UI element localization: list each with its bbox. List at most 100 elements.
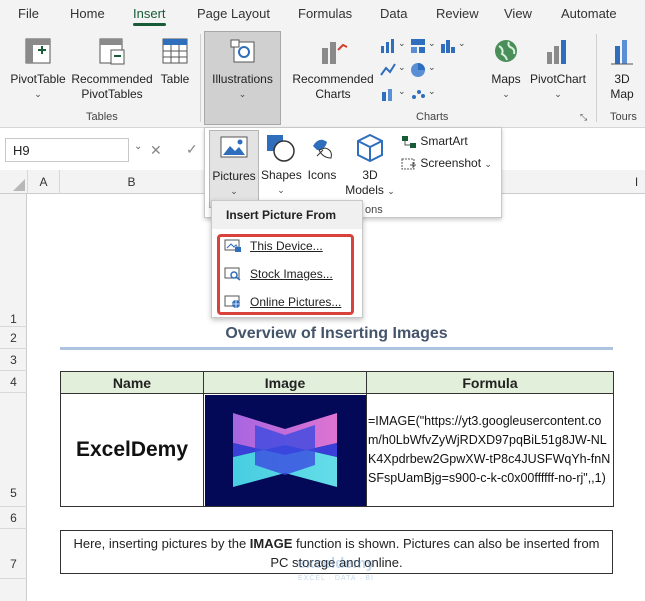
column-header-b[interactable]: B: [60, 170, 203, 194]
smartart-label: SmartArt: [420, 134, 468, 148]
note-text-bold: IMAGE: [249, 536, 293, 551]
column-chart-icon[interactable]: [380, 38, 396, 54]
3d-models-label-1: 3D: [362, 168, 378, 182]
3d-map-label-1: 3D: [614, 72, 630, 86]
table-label: Table: [160, 72, 190, 86]
header-formula[interactable]: Formula: [366, 371, 614, 394]
cancel-icon[interactable]: ✕: [150, 142, 162, 159]
recommended-pivottables-button[interactable]: Recommended PivotTables: [70, 36, 154, 102]
tab-view[interactable]: View: [504, 6, 532, 21]
row-header-4[interactable]: 4: [0, 371, 27, 393]
icons-label: Icons: [307, 168, 337, 182]
enter-check-icon[interactable]: ✓: [186, 141, 198, 158]
title-underline: [60, 347, 613, 350]
screenshot-button[interactable]: Screenshot ⌄: [401, 153, 492, 173]
combo-chart-icon[interactable]: [380, 86, 396, 102]
ribbon-divider: [596, 34, 597, 122]
maps-label: Maps: [491, 72, 521, 86]
pivotchart-button[interactable]: PivotChart ⌄: [526, 36, 590, 102]
row-header-2[interactable]: 2: [0, 327, 27, 349]
data-table: Name Image Formula ExcelDemy =IMAGE("htt…: [60, 371, 614, 507]
tab-file[interactable]: File: [18, 6, 39, 21]
watermark-tagline: EXCEL · DATA · BI: [298, 575, 374, 582]
chevron-down-icon: ⌄: [230, 186, 238, 196]
smartart-button[interactable]: SmartArt: [401, 131, 468, 151]
recommended-charts-button[interactable]: Recommended Charts: [286, 36, 380, 102]
row-headers: 1 2 3 4 5 6 7: [0, 194, 27, 601]
row-header-1[interactable]: 1: [0, 194, 27, 327]
ribbon-divider: [200, 34, 201, 122]
dialog-launcher-icon[interactable]: ⤡: [580, 112, 587, 123]
icons-icon: [313, 139, 332, 159]
3d-models-button[interactable]: 3D Models ⌄: [345, 132, 395, 199]
3d-map-label-2: Map: [610, 87, 634, 101]
chevron-down-icon: ⌄: [34, 89, 42, 99]
column-header-a[interactable]: A: [28, 170, 60, 194]
tours-group-label: Tours: [610, 111, 637, 123]
tab-home[interactable]: Home: [70, 6, 105, 21]
chevron-down-icon[interactable]: ⌄: [398, 38, 406, 49]
recommended-charts-label-2: Charts: [315, 87, 351, 101]
header-image[interactable]: Image: [203, 371, 367, 394]
watermark-logo: exceldemy: [297, 555, 375, 572]
chevron-down-icon: ⌄: [277, 185, 285, 195]
namebox-chevron-down-icon[interactable]: ⌄: [134, 141, 142, 152]
tables-group-label: Tables: [86, 111, 118, 123]
highlight-box: [217, 234, 354, 315]
tab-automate[interactable]: Automate: [561, 6, 617, 21]
insert-picture-header: Insert Picture From: [212, 201, 362, 229]
chevron-down-icon[interactable]: ⌄: [458, 38, 466, 49]
row-header-7[interactable]: 7: [0, 529, 27, 579]
column-header-i[interactable]: I: [628, 170, 645, 194]
cell-image[interactable]: [203, 393, 367, 507]
chevron-down-icon: ⌄: [502, 89, 510, 99]
line-chart-icon[interactable]: [380, 62, 396, 78]
exceldemy-logo-image[interactable]: [204, 394, 366, 506]
tab-page-layout[interactable]: Page Layout: [197, 6, 270, 21]
screenshot-icon: [401, 158, 416, 170]
3d-map-button[interactable]: 3D Map: [602, 36, 642, 102]
chevron-down-icon[interactable]: ⌄: [428, 62, 436, 73]
pivottable-icon: [25, 38, 51, 64]
shapes-button[interactable]: Shapes ⌄: [261, 132, 302, 198]
tab-formulas[interactable]: Formulas: [298, 6, 352, 21]
scatter-chart-icon[interactable]: [410, 86, 426, 102]
sheet-title: Overview of Inserting Images: [225, 325, 448, 342]
shapes-label: Shapes: [261, 168, 302, 182]
illustrations-button[interactable]: Illustrations ⌄: [204, 31, 281, 125]
tab-data[interactable]: Data: [380, 6, 407, 21]
pivottable-button[interactable]: PivotTable ⌄: [6, 36, 70, 102]
row-header-5[interactable]: 5: [0, 393, 27, 507]
chevron-down-icon: ⌄: [238, 89, 247, 99]
row-header-3[interactable]: 3: [0, 349, 27, 371]
shapes-icon: [267, 135, 295, 162]
cell-name[interactable]: ExcelDemy: [60, 393, 204, 507]
chevron-down-icon: ⌄: [387, 186, 395, 196]
tab-review[interactable]: Review: [436, 6, 479, 21]
icons-button[interactable]: Icons: [303, 132, 341, 183]
pictures-label: Pictures: [212, 169, 256, 183]
row-header-6[interactable]: 6: [0, 507, 27, 529]
chevron-down-icon[interactable]: ⌄: [428, 38, 436, 49]
select-all-corner[interactable]: [0, 170, 28, 194]
3d-models-icon: [357, 133, 383, 163]
table-button[interactable]: Table: [156, 36, 194, 87]
illustrations-icon: [230, 39, 254, 63]
tab-insert[interactable]: Insert: [133, 6, 166, 26]
charts-group-label: Charts: [416, 111, 449, 123]
statistic-chart-icon[interactable]: [440, 38, 456, 54]
maps-button[interactable]: Maps ⌄: [484, 36, 528, 102]
pie-chart-icon[interactable]: [410, 62, 426, 78]
pictures-button[interactable]: Pictures ⌄: [209, 130, 259, 208]
chevron-down-icon[interactable]: ⌄: [398, 62, 406, 73]
globe-icon: [495, 40, 517, 62]
header-name[interactable]: Name: [60, 371, 204, 394]
chevron-down-icon[interactable]: ⌄: [428, 86, 436, 97]
chevron-down-icon[interactable]: ⌄: [398, 86, 406, 97]
name-box[interactable]: H9: [5, 138, 129, 162]
smartart-icon: [402, 135, 416, 148]
cell-formula[interactable]: =IMAGE("https://yt3.googleusercontent.co…: [366, 393, 614, 507]
ribbon-tabs: File Home Insert Page Layout Formulas Da…: [0, 0, 645, 30]
table-row: ExcelDemy =IMAGE("https://yt3.googleuser…: [60, 393, 614, 507]
hierarchy-chart-icon[interactable]: [410, 38, 426, 54]
